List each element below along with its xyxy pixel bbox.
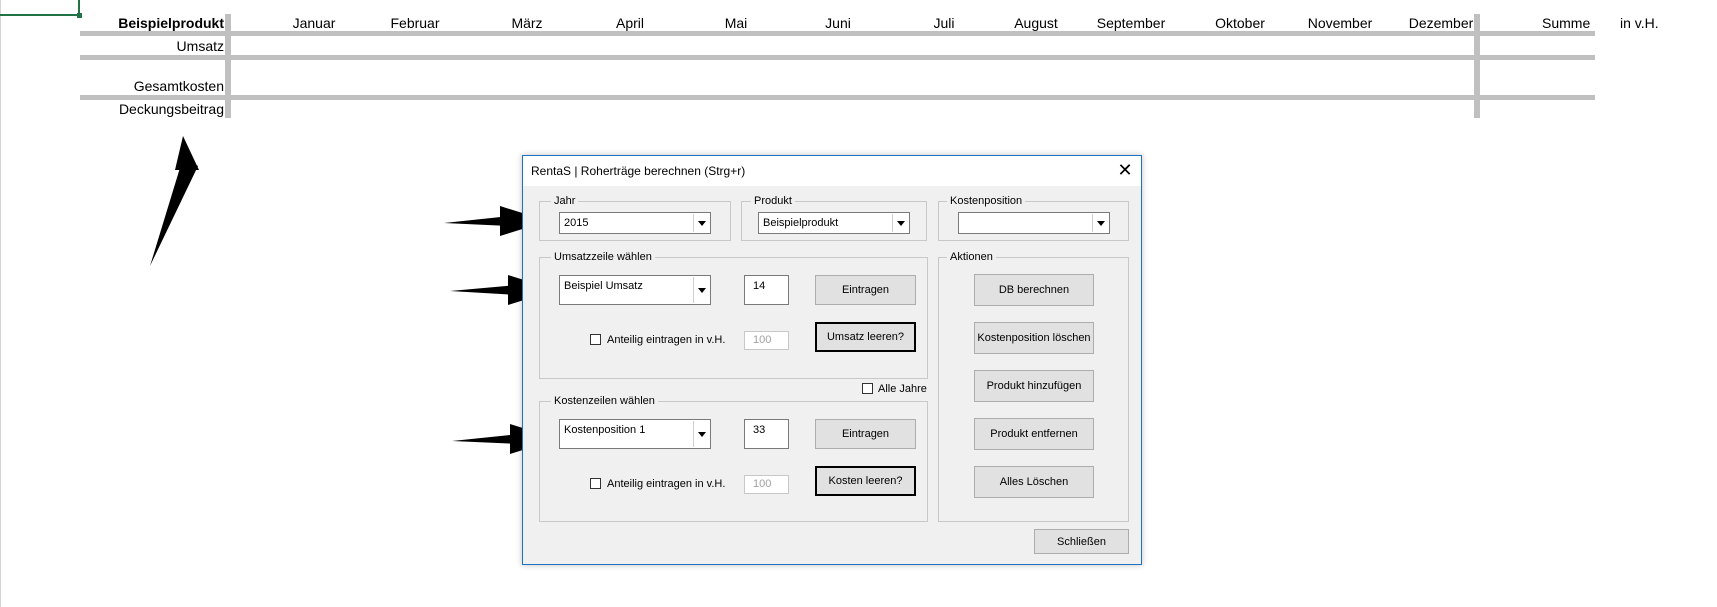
- revenue-proportional-label: Anteilig eintragen in v.H.: [607, 334, 726, 346]
- all-years-label: Alle Jahre: [878, 383, 927, 395]
- costs-combo[interactable]: Kostenposition 1: [559, 419, 711, 449]
- delete-all-button[interactable]: Alles Löschen: [974, 466, 1094, 498]
- delete-cost-position-button[interactable]: Kostenposition löschen: [974, 322, 1094, 354]
- chevron-down-icon[interactable]: [1092, 214, 1108, 232]
- cost-position-label: Kostenposition: [947, 195, 1026, 208]
- chevron-down-icon[interactable]: [693, 421, 709, 447]
- all-years-checkbox[interactable]: [862, 383, 873, 394]
- calculate-db-button[interactable]: DB berechnen: [974, 274, 1094, 306]
- arrow-right-icon: [450, 285, 518, 295]
- arrow-right-icon: [452, 434, 520, 444]
- close-button[interactable]: Schließen: [1034, 529, 1129, 554]
- costs-row-input[interactable]: 33: [744, 419, 789, 449]
- product-combo[interactable]: Beispielprodukt: [758, 212, 910, 234]
- revenue-clear-button[interactable]: Umsatz leeren?: [815, 322, 916, 352]
- chevron-down-icon[interactable]: [892, 214, 908, 232]
- arrow-up-icon: [150, 158, 198, 266]
- roherträge-dialog: RentaS | Roherträge berechnen (Strg+r) ✕…: [522, 155, 1142, 565]
- revenue-combo[interactable]: Beispiel Umsatz: [559, 275, 711, 305]
- dialog-title: RentaS | Roherträge berechnen (Strg+r): [531, 164, 746, 178]
- cost-position-combo[interactable]: [958, 212, 1110, 234]
- revenue-row-input[interactable]: 14: [744, 275, 789, 305]
- dialog-titlebar[interactable]: RentaS | Roherträge berechnen (Strg+r) ✕: [523, 156, 1141, 186]
- costs-combo-value: Kostenposition 1: [564, 424, 646, 436]
- revenue-enter-button[interactable]: Eintragen: [815, 275, 916, 305]
- chevron-down-icon[interactable]: [693, 214, 709, 232]
- revenue-combo-value: Beispiel Umsatz: [564, 280, 643, 292]
- arrow-up-icon: [175, 136, 199, 170]
- costs-group-label: Kostenzeilen wählen: [551, 395, 658, 408]
- add-product-button[interactable]: Produkt hinzufügen: [974, 370, 1094, 402]
- revenue-group-label: Umsatzzeile wählen: [551, 251, 655, 264]
- year-value: 2015: [564, 217, 589, 229]
- remove-product-button[interactable]: Produkt entfernen: [974, 418, 1094, 450]
- costs-proportional-label: Anteilig eintragen in v.H.: [607, 478, 726, 490]
- close-icon[interactable]: ✕: [1117, 161, 1133, 179]
- costs-proportional-input[interactable]: 100: [744, 475, 789, 494]
- revenue-proportional-checkbox[interactable]: [590, 334, 601, 345]
- chevron-down-icon[interactable]: [693, 277, 709, 303]
- year-combo[interactable]: 2015: [559, 212, 711, 234]
- costs-proportional-checkbox[interactable]: [590, 478, 601, 489]
- revenue-proportional-input[interactable]: 100: [744, 331, 789, 350]
- product-label: Produkt: [751, 195, 795, 208]
- costs-enter-button[interactable]: Eintragen: [815, 419, 916, 449]
- costs-clear-button[interactable]: Kosten leeren?: [815, 466, 916, 496]
- actions-label: Aktionen: [947, 251, 996, 264]
- year-label: Jahr: [551, 195, 579, 208]
- product-value: Beispielprodukt: [763, 217, 839, 229]
